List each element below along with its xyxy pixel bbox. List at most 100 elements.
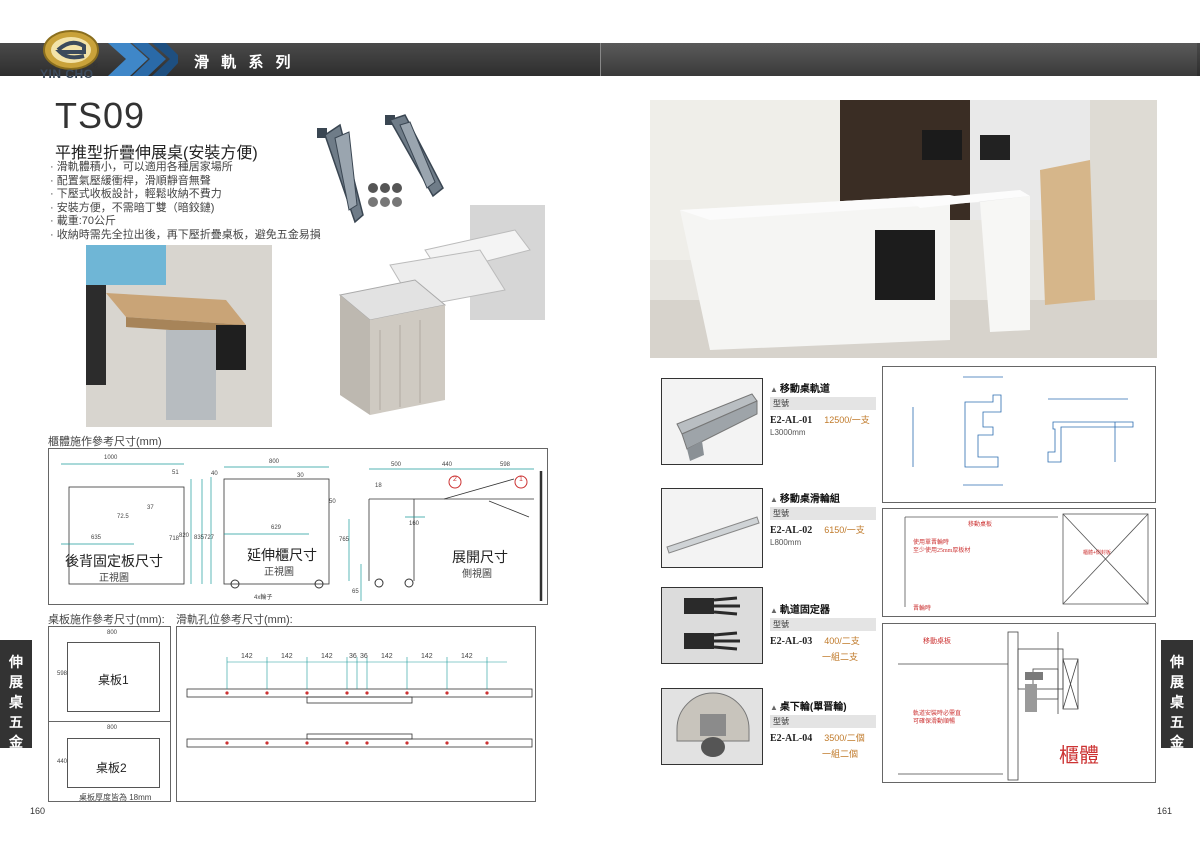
- board-thickness-note: 桌板厚度皆為 18mm: [79, 793, 152, 802]
- dim-label: 598: [500, 462, 511, 468]
- feature-item: · 滑軌體積小，可以適用各種居家場所: [50, 161, 233, 173]
- side-view-label: 側視圖: [462, 569, 492, 580]
- part-price: 3500/二個: [824, 733, 865, 743]
- dim-label: 40: [211, 471, 218, 477]
- side-tab-char: 桌: [1170, 694, 1184, 710]
- model-label: 型號: [770, 715, 876, 728]
- side-tab-char: 五: [1170, 714, 1184, 730]
- chevron-graphic: [108, 43, 178, 76]
- part-name: 移動桌軌道: [779, 384, 830, 395]
- side-tab-char: 展: [9, 674, 23, 690]
- callout-2: 2: [453, 476, 457, 483]
- model-label: 型號: [770, 507, 876, 520]
- side-tab-char: 伸: [1170, 654, 1184, 670]
- unfold-dims-label: 展開尺寸: [452, 549, 508, 565]
- board1-label: 桌板1: [98, 673, 129, 687]
- dim-label: 718: [169, 536, 180, 542]
- desk-photo: [86, 245, 272, 427]
- part-name: 軌道固定器: [779, 605, 830, 616]
- pulley-part-image: [661, 488, 763, 568]
- feature-item: · 載重:70公斤: [50, 215, 117, 228]
- hole-spacing: 36: [360, 653, 368, 660]
- page-number-left: 160: [30, 806, 46, 816]
- install-label: 移動桌板: [923, 637, 951, 645]
- part-name: 移動桌滑輪組: [779, 494, 840, 505]
- part-info-wheel: ▲ 桌下輪(單晋輪) 型號 E2-AL-04 3500/二個 一組二個: [770, 698, 876, 760]
- side-tab-char: 伸: [9, 654, 23, 670]
- install-drawing-1: 移動桌板 使用單晋輪時 至少使用25mm厚板材 櫃體+側封板 晋輪時: [882, 508, 1156, 617]
- hole-spacing: 142: [381, 653, 393, 660]
- back-board-label: 後背固定板尺寸: [65, 553, 163, 569]
- product-title: 平推型折疊伸展桌(安裝方便): [55, 145, 258, 162]
- board1-width: 800: [107, 630, 118, 636]
- dim-label: 800: [269, 459, 280, 465]
- side-tab-char: 金: [1170, 734, 1184, 750]
- part-code: E2-AL-02: [770, 525, 813, 536]
- part-spec: L800mm: [770, 538, 802, 547]
- feature-item: · 收納時需先全拉出後，再下壓折疊桌板，避免五金易損: [50, 228, 321, 241]
- hole-spacing: 142: [241, 653, 253, 660]
- part-code: E2-AL-04: [770, 733, 813, 744]
- feature-item: · 安裝方便，不需暗丁雙（暗鉸鏈): [50, 201, 215, 214]
- dim-label: 18: [375, 483, 382, 489]
- room-photo: [650, 100, 1157, 358]
- part-info-fixer: ▲ 軌道固定器 型號 E2-AL-03 400/二支 一組二支: [770, 601, 876, 663]
- rail-part-image: [661, 378, 763, 465]
- part-info-pulley: ▲ 移動桌滑輪組 型號 E2-AL-02 6150/一支 L800mm: [770, 490, 876, 547]
- hole-spacing: 142: [281, 653, 293, 660]
- model-number: TS09: [55, 95, 146, 136]
- install-note: 可確保滑動順暢: [913, 719, 956, 725]
- dim-label: 635: [91, 535, 102, 541]
- hole-spacing: 142: [461, 653, 473, 660]
- part-price: 12500/一支: [824, 415, 870, 425]
- install-note: 至少使用25mm厚板材: [913, 548, 971, 554]
- dim-label: 72.5: [117, 514, 129, 520]
- side-tab-char: 五: [9, 714, 23, 730]
- feature-item: · 下壓式收板設計，輕鬆收納不費力: [50, 188, 222, 201]
- part-info-rail: ▲ 移動桌軌道 型號 E2-AL-01 12500/一支 L3000mm: [770, 380, 876, 437]
- board2-width: 800: [107, 725, 118, 731]
- extend-cabinet-label: 延伸櫃尺寸: [247, 547, 317, 563]
- hole-drawing-box: 142 142 142 36 36 142 142 142: [176, 626, 536, 802]
- cabinet-drawing-box: 1000 51 37 72.5 635 718 820 800 30 629 4…: [48, 448, 548, 605]
- install-label: 移動桌板: [968, 522, 993, 528]
- board2-label: 桌板2: [96, 761, 127, 775]
- wheel-part-image: [661, 688, 763, 765]
- part-name: 桌下輪(單晋輪): [779, 702, 847, 713]
- install-drawing-2: 移動桌板 軌道安裝時必需直 可確保滑動順暢 櫃體: [882, 623, 1156, 783]
- part-code: E2-AL-03: [770, 636, 813, 647]
- dim-label: 160: [409, 521, 420, 527]
- board2-height: 440: [57, 759, 68, 765]
- model-label: 型號: [770, 397, 876, 410]
- dim-label: 629: [271, 525, 282, 531]
- dim-label: 820: [179, 533, 190, 539]
- board-drawing-box: 800 598 800 440 桌板1 桌板2 桌板厚度皆為 18mm: [48, 626, 171, 802]
- callout-1: 1: [519, 476, 523, 483]
- hole-spacing: 36: [349, 653, 357, 660]
- divider: [49, 721, 170, 722]
- part-set-note: 一組二個: [822, 749, 859, 759]
- install-label: 櫃體+側封板: [1083, 550, 1111, 556]
- brand-name: YIN CHO: [40, 67, 94, 81]
- cabinet-dims-caption: 櫃體施作參考尺寸(mm): [48, 436, 162, 448]
- board-dims-caption: 桌板施作參考尺寸(mm):: [48, 614, 165, 626]
- side-tab-char: 桌: [9, 694, 23, 710]
- side-tab-char: 金: [9, 734, 23, 750]
- part-code: E2-AL-01: [770, 415, 813, 426]
- cabinet-label: 櫃體: [1059, 745, 1099, 767]
- install-label: 晋輪時: [913, 606, 932, 612]
- dim-label: 1000: [104, 455, 118, 461]
- dim-label: 51: [172, 470, 179, 476]
- dim-label: 37: [147, 505, 154, 511]
- dim-label: 30: [297, 473, 304, 479]
- page-number-right: 161: [1157, 806, 1173, 816]
- part-set-note: 一組二支: [822, 652, 859, 662]
- model-label: 型號: [770, 618, 876, 631]
- series-title: 滑 軌 系 列: [194, 54, 295, 71]
- dim-label: 440: [442, 462, 453, 468]
- dim-label: 4x輪子: [254, 595, 273, 601]
- part-spec: L3000mm: [770, 428, 806, 437]
- hole-dims-caption: 滑軌孔位參考尺寸(mm):: [176, 614, 293, 626]
- header-bar-right: [600, 43, 1197, 76]
- front-view-label-2: 正視圖: [264, 567, 294, 578]
